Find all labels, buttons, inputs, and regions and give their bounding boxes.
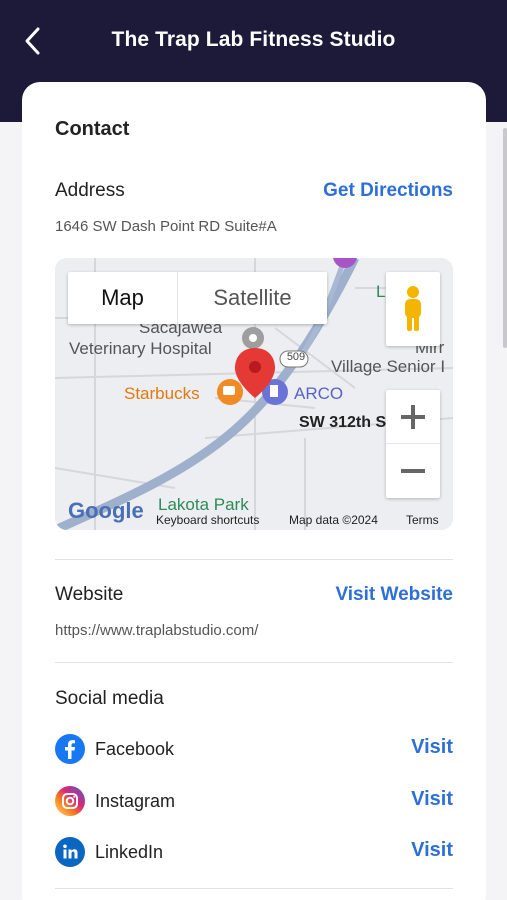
linkedin-visit-link[interactable]: Visit [411,839,453,862]
contact-title: Contact [55,118,130,140]
divider [55,559,453,560]
address-text: 1646 SW Dash Point RD Suite#A [55,218,277,235]
zoom-in-button[interactable] [386,390,440,444]
page-title: The Trap Lab Fitness Studio [111,28,396,51]
map-type-map[interactable]: Map [68,272,178,324]
map-label-starbucks: Starbucks [124,384,200,403]
map-terms-link[interactable]: Terms [406,513,439,527]
social-name: Instagram [95,791,176,811]
map-type-satellite[interactable]: Satellite [178,272,327,324]
street-view-button[interactable] [386,272,440,346]
social-row-facebook: Facebook Visit [55,734,453,768]
social-row-instagram: Instagram Visit [55,786,453,820]
facebook-visit-link[interactable]: Visit [411,736,453,759]
instagram-icon [55,786,85,816]
divider [55,888,453,889]
social-name: Facebook [95,739,175,759]
map-label-village: Village Senior I [331,357,446,376]
map-label-partial-top: L [376,282,386,301]
map-view[interactable]: Sacajawea Veterinary Hospital Starbucks … [55,258,453,530]
divider [55,662,453,663]
website-url: https://www.traplabstudio.com/ [55,622,259,639]
visit-website-link[interactable]: Visit Website [335,584,453,606]
zoom-controls [386,390,440,498]
zoom-out-button[interactable] [386,444,440,498]
pegman-icon [405,286,421,331]
plus-icon [401,404,425,429]
website-label: Website [55,584,124,605]
social-media-title: Social media [55,688,164,709]
social-row-linkedin: LinkedIn Visit [55,837,453,871]
scrollbar[interactable] [503,128,507,348]
get-directions-link[interactable]: Get Directions [323,180,453,202]
map-label-veterinary: Veterinary Hospital [69,339,212,358]
social-name: LinkedIn [95,842,164,862]
minus-icon [401,469,425,473]
contact-card: Contact Address Get Directions 1646 SW D… [22,82,486,900]
map-keyboard-shortcuts[interactable]: Keyboard shortcuts [156,513,259,527]
linkedin-icon [55,837,85,867]
facebook-icon [55,734,85,764]
map-data-credit: Map data ©2024 [289,513,378,527]
map-label-route: 509 [286,351,306,363]
google-logo: Google [68,498,144,523]
map-label-street: SW 312th S [299,414,387,431]
map-label-lakota: Lakota Park [158,495,249,514]
map-label-arco: ARCO [294,384,344,403]
instagram-visit-link[interactable]: Visit [411,788,453,811]
map-type-toggle: Map Satellite [68,272,327,324]
address-label: Address [55,180,125,201]
